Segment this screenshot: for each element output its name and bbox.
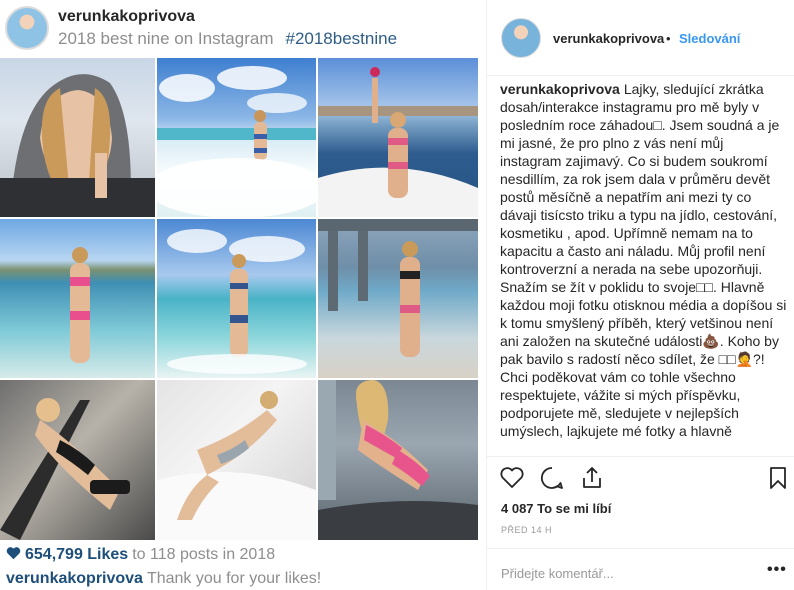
heart-icon — [6, 547, 21, 560]
follow-button[interactable]: Sledování — [679, 31, 740, 46]
best-nine-thanks: verunkakoprivova Thank you for your likes… — [6, 570, 321, 588]
best-nine-header: verunkakoprivova 2018 best nine on Insta… — [0, 0, 476, 58]
avatar[interactable] — [501, 18, 541, 58]
header-separator: • — [666, 31, 671, 46]
best-nine-likes-suffix: to 118 posts in 2018 — [132, 546, 276, 563]
grid-photo-8 — [157, 380, 316, 540]
comment-icon[interactable] — [539, 465, 565, 491]
best-nine-image: verunkakoprivova 2018 best nine on Insta… — [0, 0, 478, 590]
grid-photo-1 — [0, 58, 155, 217]
more-options-icon[interactable]: ••• — [767, 561, 787, 579]
post-header: verunkakoprivova • Sledování — [487, 0, 794, 76]
grid-photo-2 — [157, 58, 316, 217]
post-caption: verunkakoprivova Lajky, sledující zkrátka… — [500, 80, 788, 454]
grid-photo-6 — [318, 219, 478, 378]
best-nine-likes-count: 654,799 Likes — [25, 546, 129, 563]
best-nine-caption: 2018 best nine on Instagram #2018bestnine — [58, 29, 397, 49]
grid-photo-4 — [0, 219, 155, 378]
best-nine-hashtag: #2018bestnine — [285, 29, 398, 48]
bookmark-icon[interactable] — [765, 465, 791, 491]
best-nine-thanks-user: verunkakoprivova — [6, 570, 143, 587]
post-actions — [487, 456, 794, 496]
caption-text: Lajky, sledující zkrátka dosah/interakce… — [500, 81, 787, 439]
caption-username-link[interactable]: verunkakoprivova — [500, 81, 620, 97]
post-timestamp[interactable]: PŘED 14 H — [501, 525, 552, 535]
best-nine-thanks-text: Thank you for your likes! — [146, 570, 322, 587]
heart-icon[interactable] — [499, 465, 525, 491]
comment-input[interactable] — [501, 564, 741, 582]
best-nine-title: 2018 best nine on Instagram — [58, 29, 274, 48]
best-nine-likes: 654,799 Likes to 118 posts in 2018 — [6, 546, 275, 564]
post-username-link[interactable]: verunkakoprivova — [553, 31, 664, 46]
best-nine-username: verunkakoprivova — [58, 8, 195, 25]
grid-photo-5 — [157, 219, 316, 378]
grid-photo-3 — [318, 58, 478, 217]
best-nine-footer: 654,799 Likes to 118 posts in 2018 verunk… — [0, 538, 476, 590]
grid-photo-9 — [318, 380, 478, 540]
photo-grid — [0, 58, 478, 540]
comment-box: ••• — [487, 548, 794, 590]
post-panel: verunkakoprivova • Sledování verunkakopr… — [486, 0, 794, 590]
grid-photo-7 — [0, 380, 155, 540]
share-icon[interactable] — [579, 465, 605, 491]
post-likes-count[interactable]: 4 087 To se mi líbí — [501, 501, 611, 516]
best-nine-avatar — [5, 6, 49, 50]
